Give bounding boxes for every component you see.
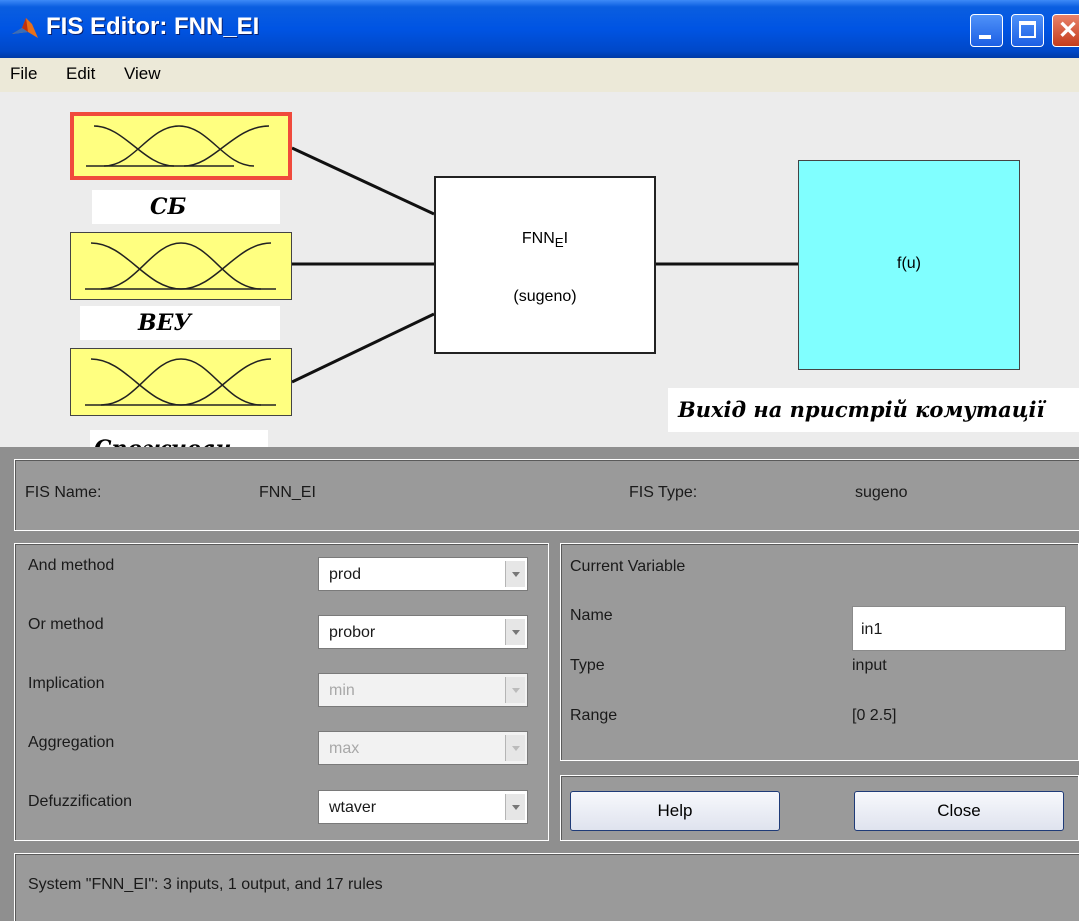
close-window-button[interactable]: ✕: [1052, 14, 1079, 47]
close-button[interactable]: Close: [854, 791, 1064, 831]
fis-block-name: FNNEI: [521, 230, 569, 251]
variable-type-value: input: [852, 657, 887, 674]
variable-range-label: Range: [570, 707, 618, 724]
chevron-down-icon: [505, 735, 525, 761]
variable-range-value: [0 2.5]: [852, 707, 897, 724]
or-method-value: probor: [329, 624, 376, 641]
variable-name-label: Name: [570, 607, 613, 624]
title-bar[interactable]: FIS Editor: FNN_EI ✕: [0, 0, 1079, 58]
fis-type-value: sugeno: [855, 484, 908, 501]
minimize-button[interactable]: [970, 14, 1003, 47]
maximize-button[interactable]: [1011, 14, 1044, 47]
chevron-down-icon: [505, 561, 525, 587]
chevron-down-icon: [505, 794, 525, 820]
aggregation-select: max: [318, 731, 528, 765]
menu-edit[interactable]: Edit: [66, 64, 95, 84]
output-mf-box[interactable]: f(u): [798, 160, 1020, 370]
and-method-value: prod: [329, 566, 362, 583]
aggregation-label: Aggregation: [28, 734, 115, 751]
output-function-text: f(u): [897, 255, 921, 272]
fis-type-label: FIS Type:: [629, 484, 698, 501]
chevron-down-icon: [505, 619, 525, 645]
input-mf-box-veu[interactable]: [70, 232, 292, 300]
implication-value: min: [329, 682, 355, 699]
and-method-label: And method: [28, 557, 115, 574]
aggregation-value: max: [329, 740, 360, 757]
menu-bar: File Edit View: [0, 58, 1079, 90]
defuzzification-label: Defuzzification: [28, 793, 133, 810]
matlab-logo-icon: [12, 18, 38, 38]
membership-function-icon: [86, 125, 270, 167]
chevron-down-icon: [505, 677, 525, 703]
fis-rule-block[interactable]: FNNEI (sugeno): [434, 176, 656, 354]
fis-block-type: (sugeno): [513, 288, 577, 305]
fis-editor-window: FIS Editor: FNN_EI ✕ File Edit View СБ В…: [0, 0, 1079, 921]
status-text: System "FNN_EI": 3 inputs, 1 output, and…: [28, 876, 383, 893]
defuzzification-value: wtaver: [329, 799, 377, 816]
or-method-select[interactable]: probor: [318, 615, 528, 649]
implication-label: Implication: [28, 675, 105, 692]
or-method-label: Or method: [28, 616, 104, 633]
fis-name-label: FIS Name:: [25, 484, 102, 501]
current-variable-title: Current Variable: [570, 558, 686, 575]
close-icon: ✕: [1058, 17, 1079, 44]
fis-diagram: СБ ВЕУ Споживач FNNEI (sugeno): [0, 92, 1079, 470]
defuzzification-select[interactable]: wtaver: [318, 790, 528, 824]
and-method-select[interactable]: prod: [318, 557, 528, 591]
input-label-sb: СБ: [92, 190, 280, 224]
output-label: Вихід на пристрій комутації: [668, 388, 1079, 432]
fis-name-subscript: E: [554, 235, 564, 251]
membership-function-icon: [85, 358, 276, 406]
implication-select: min: [318, 673, 528, 707]
variable-name-input[interactable]: in1: [852, 606, 1066, 651]
window-title: FIS Editor: FNN_EI: [46, 13, 260, 40]
help-button[interactable]: Help: [570, 791, 780, 831]
input-mf-box-sb[interactable]: [70, 112, 292, 180]
membership-function-icon: [85, 242, 276, 290]
maximize-icon: [1019, 21, 1036, 38]
input-label-veu: ВЕУ: [80, 306, 280, 340]
variable-type-label: Type: [570, 657, 605, 674]
fis-name-value: FNN_EI: [259, 484, 316, 501]
minimize-icon: [979, 35, 991, 39]
menu-view[interactable]: View: [124, 64, 161, 84]
menu-file[interactable]: File: [10, 64, 37, 84]
fis-info-panel: FIS Name: FNN_EI FIS Type: sugeno: [14, 459, 1079, 531]
input-mf-box-spozhyvach[interactable]: [70, 348, 292, 416]
properties-area: FIS Name: FNN_EI FIS Type: sugeno: [0, 447, 1079, 921]
